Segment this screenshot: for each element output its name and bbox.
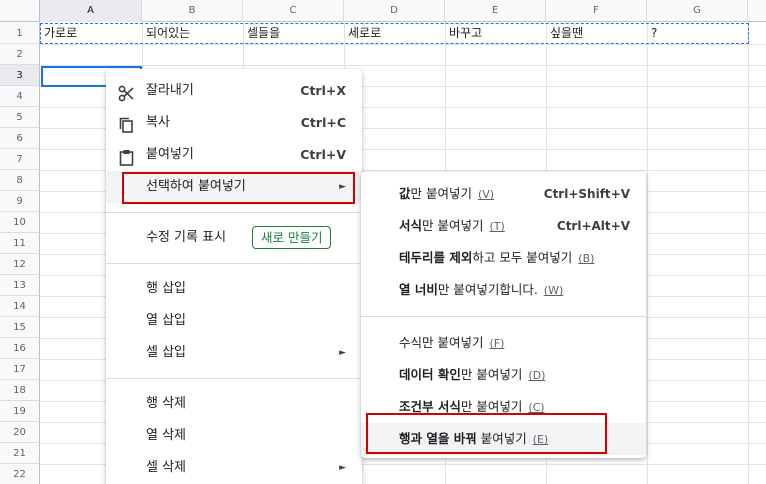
menu-item-insert-row-label: 행 삽입 (146, 281, 187, 296)
submenu-arrow-icon: ► (339, 348, 346, 358)
transpose-highlight-box (366, 413, 607, 454)
menu-item-delete-row[interactable]: 행 삭제 (106, 388, 362, 420)
col-width-label: 만 붙여넣기합니다. (437, 282, 538, 297)
clipboard-icon (118, 147, 135, 166)
menu-item-edit-history-label: 수정 기록 표시 (146, 230, 227, 245)
menu-item-insert-cell[interactable]: 셀 삽입 ► (106, 337, 362, 369)
submenu-arrow-icon: ► (339, 463, 346, 473)
column-header-a[interactable]: A (40, 0, 142, 22)
conditional-bold-label: 조건부 서식 (399, 399, 461, 414)
format-bold-label: 서식 (399, 218, 423, 233)
row-header-5[interactable]: 5 (0, 107, 40, 128)
menu-item-delete-column-label: 열 삭제 (146, 428, 187, 443)
menu-item-delete-cell-label: 셀 삭제 (146, 460, 187, 475)
menu-item-copy[interactable]: 복사 Ctrl+C (106, 107, 362, 139)
menu-divider (106, 212, 362, 213)
menu-item-copy-shortcut: Ctrl+C (300, 115, 346, 130)
no-borders-accelerator: (B) (578, 252, 595, 265)
submenu-item-data-validation-only[interactable]: 데이터 확인만 붙여넣기 (D) (361, 359, 646, 391)
menu-item-delete-column[interactable]: 열 삭제 (106, 420, 362, 452)
row-header-9[interactable]: 9 (0, 191, 40, 212)
menu-item-cut-shortcut: Ctrl+X (300, 83, 346, 98)
col-width-accelerator: (W) (543, 284, 564, 297)
menu-item-copy-label: 복사 (146, 115, 170, 130)
values-accelerator: (V) (477, 188, 495, 201)
column-header-f[interactable]: F (546, 0, 647, 22)
menu-divider (106, 263, 362, 264)
menu-item-paste-shortcut: Ctrl+V (300, 147, 346, 162)
column-header-c[interactable]: C (243, 0, 344, 22)
column-header-e[interactable]: E (445, 0, 546, 22)
row-header-16[interactable]: 16 (0, 338, 40, 359)
col-width-bold-label: 열 너비 (399, 282, 438, 297)
submenu-item-formula-only[interactable]: 수식만 붙여넣기 (F) (361, 327, 646, 359)
validation-label: 만 붙여넣기 (460, 367, 523, 382)
format-shortcut: Ctrl+Alt+V (556, 219, 630, 233)
menu-item-insert-cell-label: 셀 삽입 (146, 345, 187, 360)
submenu-item-all-except-borders[interactable]: 테두리를 제외하고 모두 붙여넣기 (B) (361, 242, 646, 274)
validation-bold-label: 데이터 확인 (399, 367, 461, 382)
values-bold-label: 값 (399, 186, 411, 201)
validation-accelerator: (D) (528, 369, 546, 382)
formula-accelerator: (F) (489, 337, 505, 350)
menu-item-paste-label: 붙여넣기 (146, 147, 194, 162)
menu-item-delete-row-label: 행 삭제 (146, 396, 187, 411)
row-header-12[interactable]: 12 (0, 254, 40, 275)
row-header-17[interactable]: 17 (0, 359, 40, 380)
menu-item-edit-history[interactable]: 수정 기록 표시 새로 만들기 (106, 222, 362, 254)
context-menu: 잘라내기 Ctrl+X 복사 Ctrl+C 붙여넣기 Ctrl+V 선택하여 붙… (106, 69, 362, 484)
new-badge-button[interactable]: 새로 만들기 (252, 226, 332, 249)
menu-item-cut[interactable]: 잘라내기 Ctrl+X (106, 75, 362, 107)
format-label: 만 붙여넣기 (422, 218, 484, 233)
row-header-7[interactable]: 7 (0, 149, 40, 170)
menu-item-insert-column[interactable]: 열 삽입 (106, 305, 362, 337)
menu-item-cut-label: 잘라내기 (146, 83, 194, 98)
column-header-b[interactable]: B (142, 0, 243, 22)
row-header-3[interactable]: 3 (0, 65, 40, 86)
no-borders-bold-label: 테두리를 제외 (399, 250, 473, 265)
row-header-10[interactable]: 10 (0, 212, 40, 233)
values-label: 만 붙여넣기 (410, 186, 472, 201)
submenu-item-format-only[interactable]: 서식만 붙여넣기 (T) Ctrl+Alt+V (361, 210, 646, 242)
menu-item-paste[interactable]: 붙여넣기 Ctrl+V (106, 139, 362, 171)
select-all-corner[interactable] (0, 0, 40, 22)
row-header-2[interactable]: 2 (0, 44, 40, 65)
row-header-4[interactable]: 4 (0, 86, 40, 107)
row-header-6[interactable]: 6 (0, 128, 40, 149)
submenu-divider (361, 316, 646, 317)
row-header-20[interactable]: 20 (0, 422, 40, 443)
scissors-icon (118, 83, 135, 102)
formula-label: 수식만 붙여넣기 (399, 335, 484, 350)
row-header-13[interactable]: 13 (0, 275, 40, 296)
row-header-22[interactable]: 22 (0, 464, 40, 484)
row-header-15[interactable]: 15 (0, 317, 40, 338)
column-header-g[interactable]: G (647, 0, 748, 22)
column-header-d[interactable]: D (344, 0, 445, 22)
row-header-8[interactable]: 8 (0, 170, 40, 191)
submenu-item-column-width-only[interactable]: 열 너비만 붙여넣기합니다. (W) (361, 274, 646, 306)
conditional-label: 만 붙여넣기 (460, 399, 523, 414)
copy-selection-marquee (40, 23, 749, 44)
row-header-14[interactable]: 14 (0, 296, 40, 317)
copy-icon (118, 115, 135, 133)
menu-item-insert-row[interactable]: 행 삽입 (106, 273, 362, 305)
submenu-item-values-only[interactable]: 값만 붙여넣기 (V) Ctrl+Shift+V (361, 178, 646, 210)
row-header-19[interactable]: 19 (0, 401, 40, 422)
no-borders-label: 하고 모두 붙여넣기 (472, 250, 573, 265)
row-header-18[interactable]: 18 (0, 380, 40, 401)
values-shortcut: Ctrl+Shift+V (543, 187, 630, 201)
paste-special-highlight-box (122, 172, 355, 204)
format-accelerator: (T) (489, 220, 505, 233)
menu-item-delete-cell[interactable]: 셀 삭제 ► (106, 452, 362, 484)
menu-divider (106, 378, 362, 379)
row-header-11[interactable]: 11 (0, 233, 40, 254)
row-header-21[interactable]: 21 (0, 443, 40, 464)
menu-item-insert-column-label: 열 삽입 (146, 313, 187, 328)
row-header-1[interactable]: 1 (0, 23, 40, 44)
